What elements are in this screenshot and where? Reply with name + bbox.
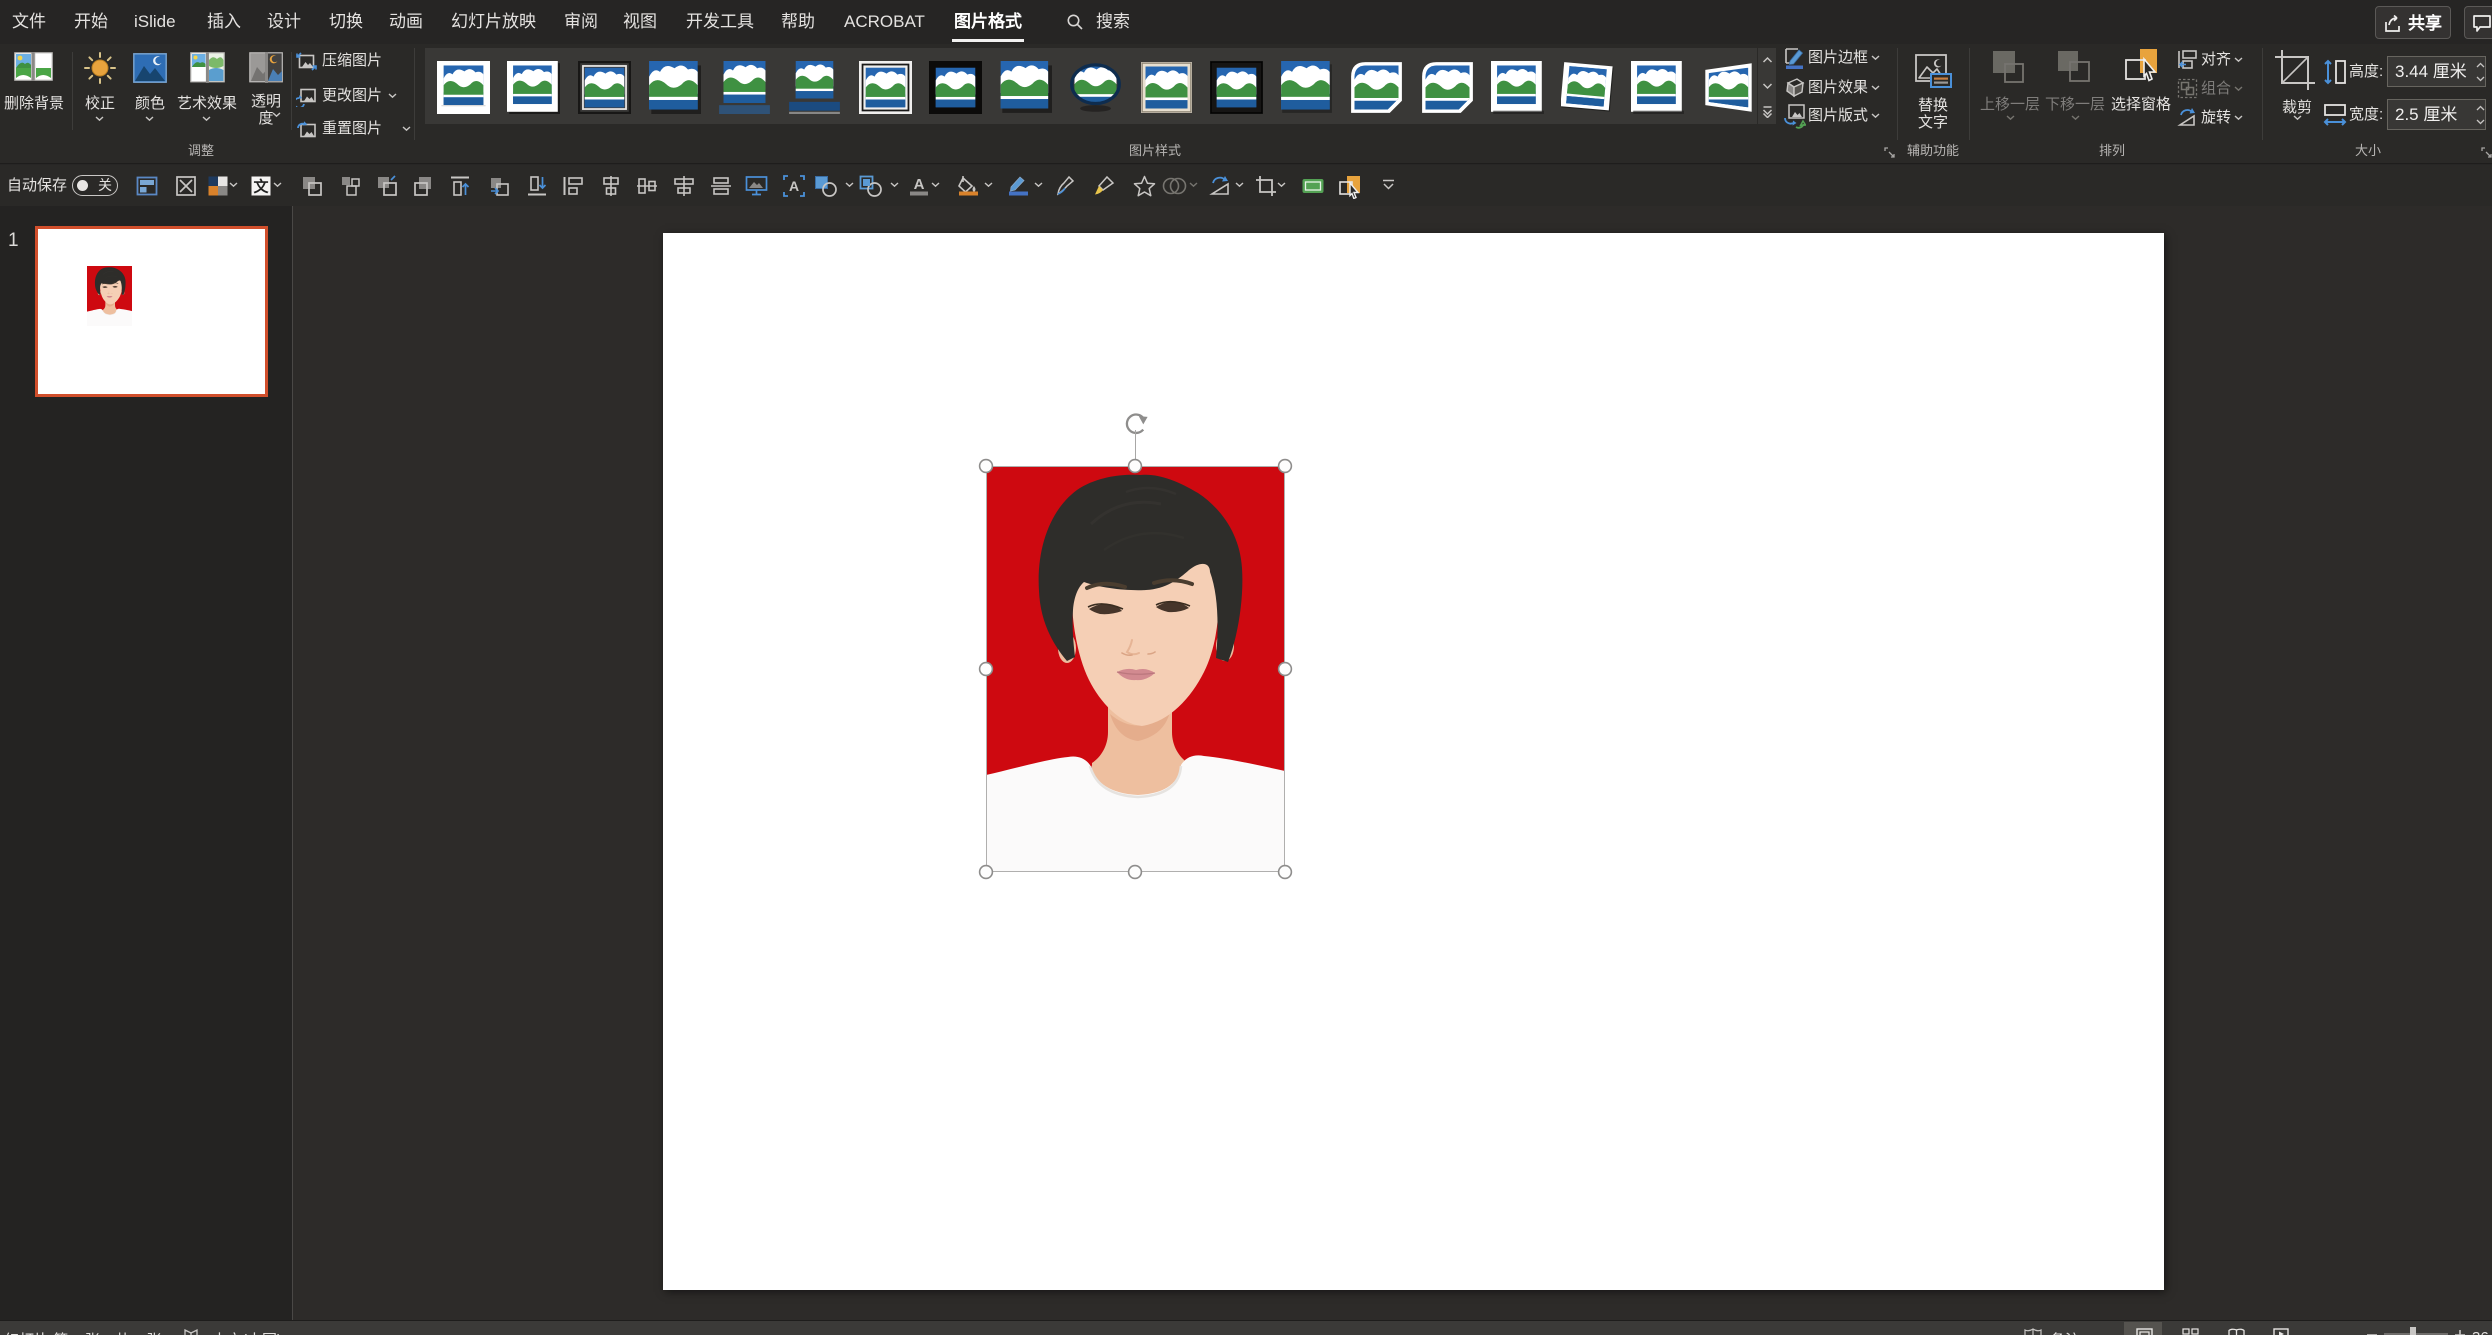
svg-text:文: 文 <box>253 178 269 196</box>
svg-text:A: A <box>789 178 799 194</box>
svg-text:A: A <box>914 176 925 193</box>
